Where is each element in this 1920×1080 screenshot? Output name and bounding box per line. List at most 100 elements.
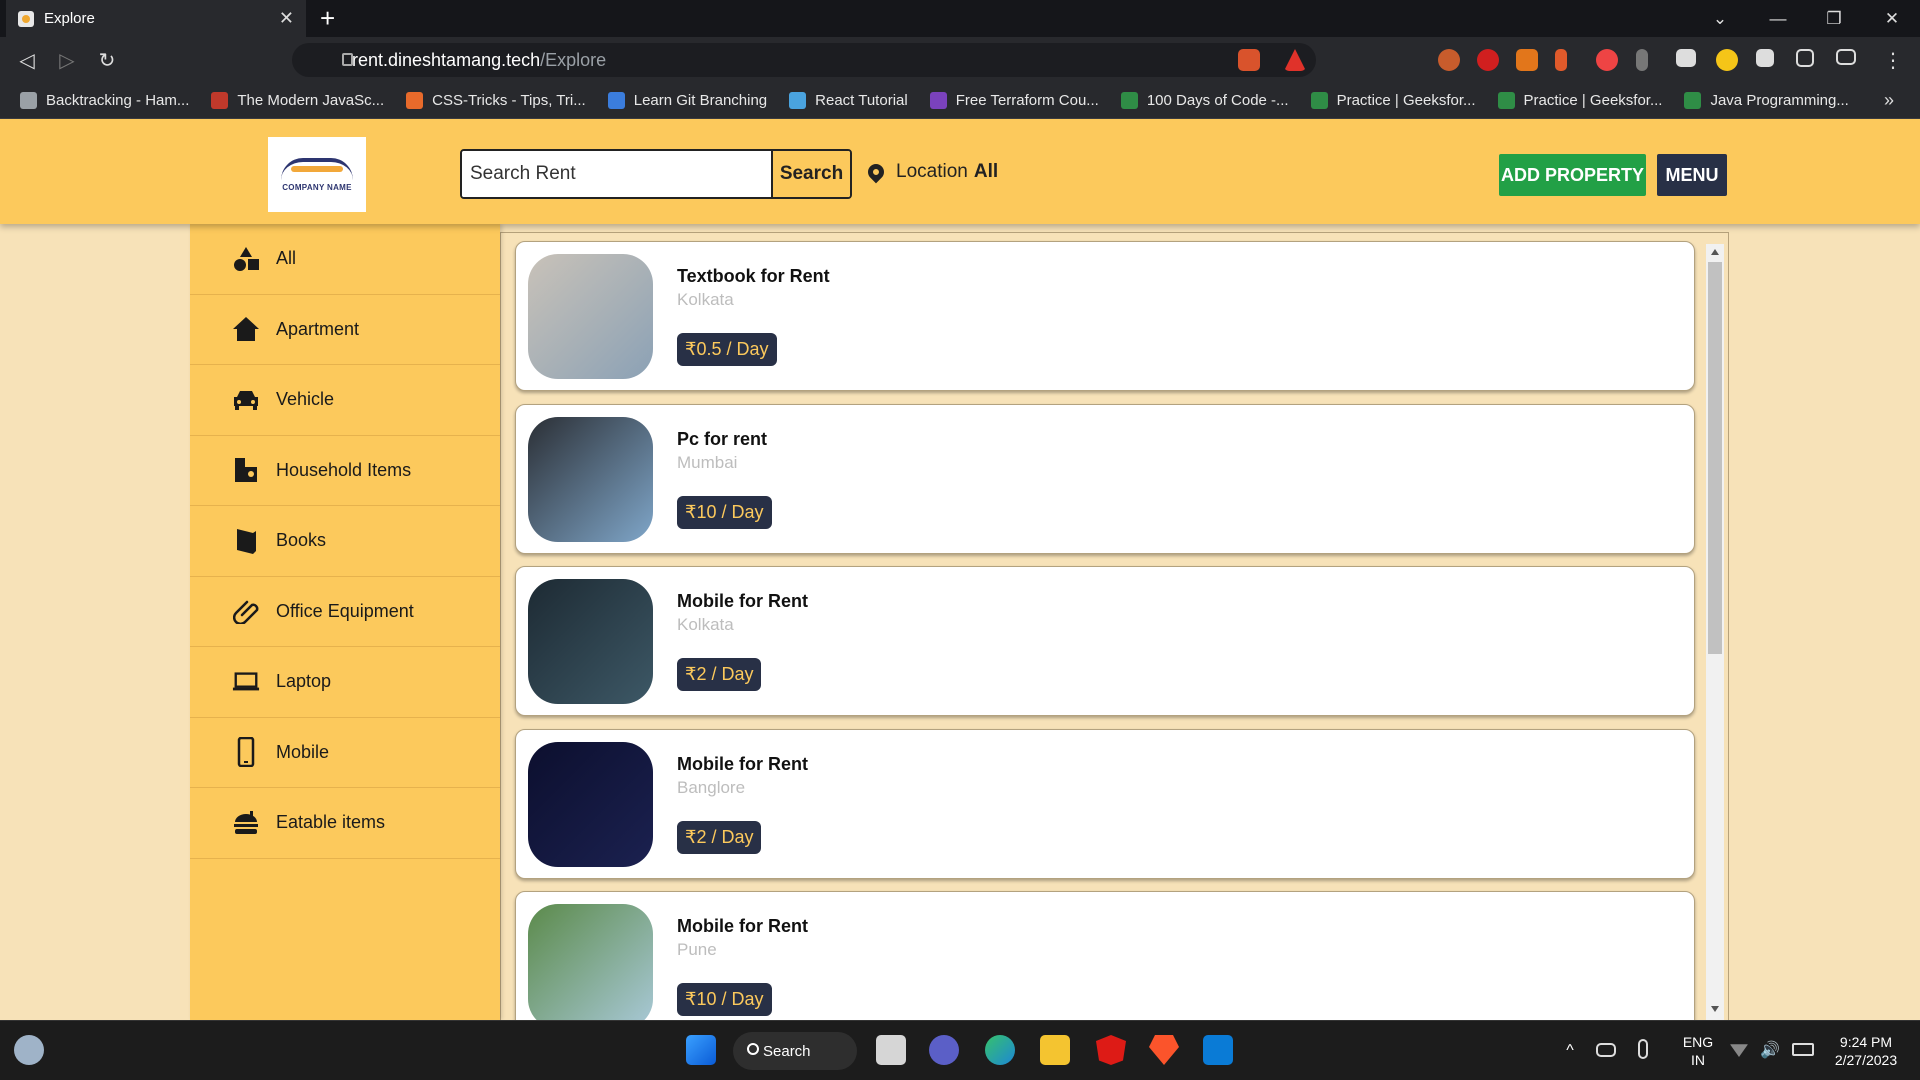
location-selector[interactable]: Location All (864, 160, 998, 184)
mobile-icon (232, 737, 260, 768)
vscode-icon[interactable] (1203, 1035, 1233, 1065)
listing-card[interactable]: Mobile for Rent Banglore ₹2 / Day (515, 728, 1695, 879)
listing-title[interactable]: Mobile for Rent (677, 591, 808, 612)
edge-icon[interactable] (985, 1035, 1015, 1065)
category-item-vehicle[interactable]: Vehicle (190, 365, 500, 436)
listing-card[interactable]: Pc for rent Mumbai ₹10 / Day (515, 403, 1695, 554)
bookmark-item[interactable]: The Modern JavaSc... (211, 92, 384, 109)
bookmarks-overflow-button[interactable]: » (1884, 90, 1894, 111)
listing-thumbnail[interactable] (528, 741, 653, 867)
category-item-apartment[interactable]: Apartment (190, 295, 500, 365)
listing-thumbnail[interactable] (528, 416, 653, 542)
category-item-household-items[interactable]: Household Items (190, 436, 500, 506)
bookmark-favicon-icon (211, 92, 229, 109)
tab-close-icon[interactable]: ✕ (279, 8, 294, 29)
extension-cookie-icon[interactable] (1438, 49, 1460, 71)
listing-title[interactable]: Mobile for Rent (677, 916, 808, 937)
close-window-button[interactable]: ✕ (1864, 0, 1920, 37)
category-label: Office Equipment (276, 600, 414, 621)
menu-button[interactable]: MENU (1657, 154, 1727, 196)
battery-icon[interactable] (1792, 1043, 1814, 1056)
bookmark-item[interactable]: Practice | Geeksfor... (1310, 92, 1476, 109)
bookmark-item[interactable]: 100 Days of Code -... (1120, 92, 1289, 109)
category-item-laptop[interactable]: Laptop (190, 647, 500, 718)
wifi-icon[interactable] (1730, 1044, 1748, 1057)
extension-bars-icon[interactable] (1555, 49, 1567, 71)
listing-card[interactable]: Textbook for Rent Kolkata ₹0.5 / Day (515, 241, 1695, 391)
bookmark-item[interactable]: CSS-Tricks - Tips, Tri... (406, 92, 586, 109)
microphone-icon[interactable] (1638, 1039, 1648, 1059)
scroll-up-arrow-icon[interactable] (1711, 249, 1719, 255)
listing-thumbnail[interactable] (528, 254, 653, 379)
listing-title[interactable]: Textbook for Rent (677, 266, 830, 287)
listing-scrollbar-thumb[interactable] (1708, 262, 1722, 654)
extension-badge-icon[interactable] (1596, 49, 1618, 71)
category-item-office-equipment[interactable]: Office Equipment (190, 577, 500, 647)
brave-shields-icon[interactable] (1238, 49, 1260, 71)
reload-button[interactable]: ↻ (94, 47, 120, 73)
category-label: Vehicle (276, 389, 335, 410)
company-logo[interactable]: COMPANY NAME (268, 137, 366, 212)
category-item-eatable-items[interactable]: Eatable items (190, 788, 500, 859)
new-tab-button[interactable]: + (320, 4, 335, 32)
tab-search-chevron-icon[interactable]: ⌄ (1692, 0, 1748, 37)
bookmark-label: Free Terraform Cou... (955, 92, 1099, 109)
extension-mic-icon[interactable] (1636, 49, 1648, 71)
bookmark-item[interactable]: Learn Git Branching (607, 92, 767, 109)
bookmark-item[interactable]: Backtracking - Ham... (20, 92, 189, 109)
listing-location: Pune (677, 940, 717, 959)
browser-menu-icon[interactable]: ⋮ (1880, 47, 1906, 73)
url-bar[interactable]: rent.dineshtamang.tech/Explore (292, 43, 1316, 77)
clock[interactable]: 9:24 PM 2/27/2023 (1826, 1021, 1906, 1080)
show-hidden-icons-icon[interactable]: ^ (1560, 1021, 1580, 1080)
listing-title[interactable]: Mobile for Rent (677, 754, 808, 775)
minimize-button[interactable]: — (1750, 0, 1806, 37)
category-item-mobile[interactable]: Mobile (190, 718, 500, 788)
book-icon (232, 527, 260, 555)
bookmark-favicon-icon (929, 92, 947, 109)
restore-button[interactable]: ❐ (1806, 0, 1862, 37)
bookmark-item[interactable]: React Tutorial (789, 92, 908, 109)
bookmark-item[interactable]: Practice | Geeksfor... (1497, 92, 1662, 109)
back-button[interactable]: ◁ (14, 47, 40, 73)
bookmark-item[interactable]: Free Terraform Cou... (929, 92, 1099, 109)
bookmark-favicon-icon (789, 92, 807, 109)
listing-card[interactable]: Mobile for Rent Pune ₹10 / Day (515, 891, 1695, 1020)
listing-title[interactable]: Pc for rent (677, 429, 767, 450)
weather-icon[interactable] (14, 1035, 44, 1065)
listing-thumbnail[interactable] (528, 904, 653, 1020)
sidebar-toggle-icon[interactable] (1796, 49, 1814, 67)
angular-icon[interactable] (1096, 1035, 1126, 1065)
extension-metamask-icon[interactable] (1516, 49, 1538, 71)
address-toolbar: ◁ ▷ ↻ rent.dineshtamang.tech/Explore ⋮ (0, 37, 1920, 83)
brave-icon[interactable] (1149, 1035, 1179, 1065)
volume-icon[interactable]: 🔊 (1760, 1021, 1780, 1080)
keyboard-icon[interactable] (1596, 1043, 1616, 1057)
start-button[interactable] (686, 1035, 716, 1065)
listing-thumbnail[interactable] (528, 579, 653, 704)
forward-button[interactable]: ▷ (54, 47, 80, 73)
teams-icon[interactable] (929, 1035, 959, 1065)
category-item-books[interactable]: Books (190, 506, 500, 577)
bookmark-label: Java Programming... (1710, 92, 1849, 109)
wallet-icon[interactable] (1836, 49, 1856, 65)
taskbar-search[interactable]: Search (733, 1032, 857, 1070)
reading-list-icon[interactable] (1676, 49, 1696, 67)
search-button[interactable]: Search (771, 151, 850, 197)
task-view-icon[interactable] (876, 1035, 906, 1065)
search-input[interactable] (462, 151, 771, 197)
listing-price-badge: ₹2 / Day (677, 820, 762, 854)
language-indicator[interactable]: ENG IN (1680, 1021, 1716, 1080)
listing-card[interactable]: Mobile for Rent Kolkata ₹2 / Day (515, 566, 1695, 716)
add-property-button[interactable]: ADD PROPERTY (1499, 154, 1646, 196)
file-explorer-icon[interactable] (1040, 1035, 1070, 1065)
bookmark-item[interactable]: Java Programming... (1684, 92, 1849, 109)
extension-emoji-icon[interactable] (1716, 49, 1738, 71)
browser-tab[interactable]: Explore ✕ (6, 0, 306, 37)
language-bottom: IN (1691, 1052, 1705, 1068)
extension-adblock-icon[interactable] (1477, 49, 1499, 71)
bookmarks-bar: Backtracking - Ham... The Modern JavaSc..… (0, 83, 1920, 119)
category-item-all[interactable]: All (190, 224, 500, 295)
extensions-puzzle-icon[interactable] (1756, 49, 1774, 67)
scroll-down-arrow-icon[interactable] (1711, 1006, 1719, 1012)
